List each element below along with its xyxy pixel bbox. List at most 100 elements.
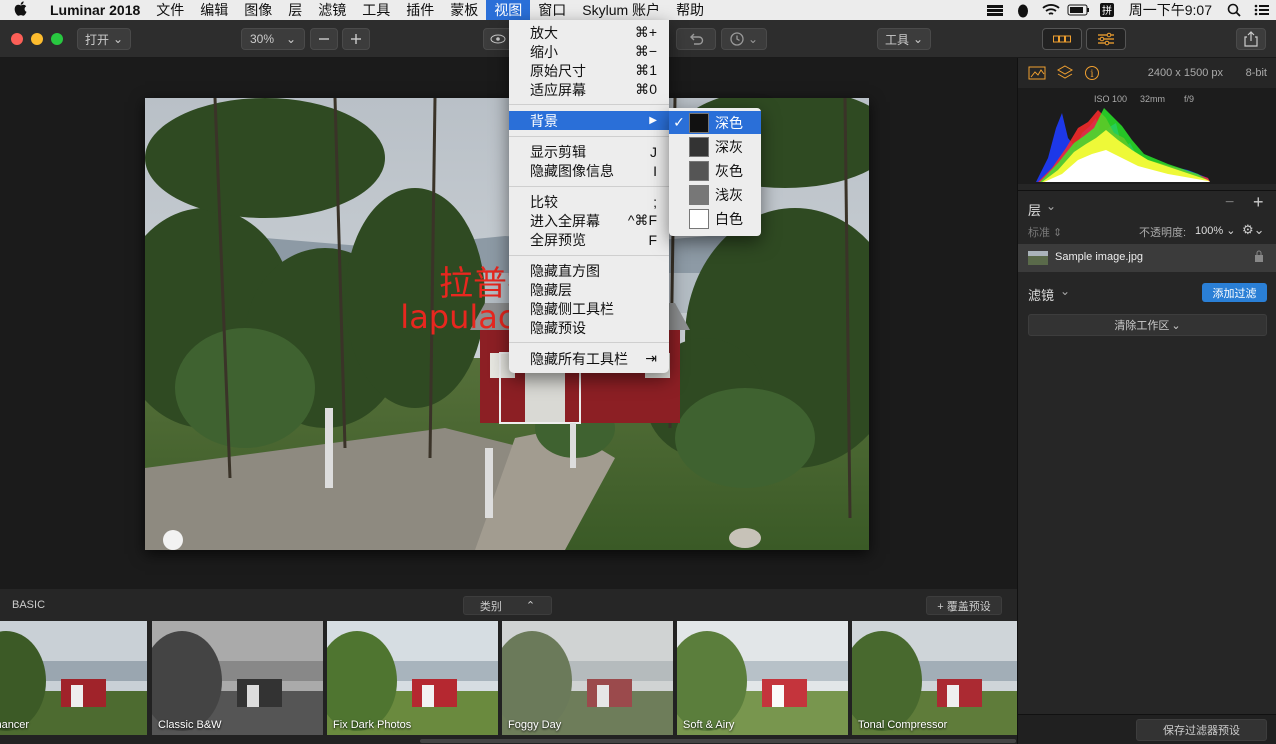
menu-enter-fullscreen[interactable]: 进入全屏幕 ^⌘F xyxy=(509,211,669,230)
blend-mode-select[interactable]: 标准 ⇕ xyxy=(1028,224,1062,240)
menu-hide-image-info[interactable]: 隐藏图像信息 I xyxy=(509,161,669,180)
wifi-icon[interactable] xyxy=(1037,0,1065,20)
lock-icon[interactable] xyxy=(1254,250,1264,268)
menu-hide-all-toolbars[interactable]: 隐藏所有工具栏 ⇥ xyxy=(509,349,669,368)
remove-layer-button[interactable]: − xyxy=(1225,194,1234,212)
menu-item-label: 适应屏幕 xyxy=(530,81,586,98)
preset-tile[interactable]: Enhancer xyxy=(0,621,147,735)
open-button[interactable]: 打开 ⌄ xyxy=(77,28,131,50)
save-filter-preset-button[interactable]: 保存过滤器预设 xyxy=(1136,719,1267,741)
presets-scrollbar[interactable] xyxy=(420,739,1016,743)
menu-layer[interactable]: 层 xyxy=(280,0,310,20)
close-window-button[interactable] xyxy=(11,33,23,45)
zoom-in-button[interactable] xyxy=(342,28,370,50)
menu-zoom-in[interactable]: 放大 ⌘+ xyxy=(509,23,669,42)
battery-icon[interactable] xyxy=(1065,0,1093,20)
add-layer-button[interactable]: + xyxy=(1253,192,1264,213)
share-button[interactable] xyxy=(1236,28,1266,50)
menu-image[interactable]: 图像 xyxy=(236,0,280,20)
undo-button[interactable] xyxy=(676,28,716,50)
menu-hide-presets[interactable]: 隐藏预设 xyxy=(509,318,669,337)
presets-grid-icon xyxy=(1053,35,1071,43)
preset-tile[interactable]: Tonal Compressor xyxy=(852,621,1017,735)
menu-fullscreen-preview[interactable]: 全屏预览 F xyxy=(509,230,669,249)
minimize-window-button[interactable] xyxy=(31,33,43,45)
panel-divider xyxy=(1018,190,1276,191)
menu-item-shortcut: ⌘1 xyxy=(635,62,657,78)
menu-help[interactable]: 帮助 xyxy=(668,0,712,20)
history-button[interactable]: ⌄ xyxy=(721,28,767,50)
menu-hide-side-toolbar[interactable]: 隐藏侧工具栏 xyxy=(509,299,669,318)
menu-account[interactable]: Skylum 账户 xyxy=(574,0,668,20)
zoom-window-button[interactable] xyxy=(51,33,63,45)
histogram-graph xyxy=(1036,108,1210,182)
menu-compare[interactable]: 比较; xyxy=(509,192,669,211)
menu-window[interactable]: 窗口 xyxy=(530,0,574,20)
preset-tile[interactable]: Classic B&W xyxy=(152,621,323,735)
tools-button[interactable]: 工具 ⌄ xyxy=(877,28,931,50)
stack-icon[interactable] xyxy=(981,0,1009,20)
panel-footer: 保存过滤器预设 xyxy=(1018,714,1276,744)
category-filter-button[interactable]: 类别 ⌃ xyxy=(463,596,552,615)
histogram-icon[interactable] xyxy=(1028,65,1046,86)
layer-settings-gear-icon[interactable]: ⚙⌄ xyxy=(1242,222,1265,238)
apple-icon[interactable] xyxy=(14,1,36,19)
image-dimensions: 2400 x 1500 px xyxy=(1147,67,1223,79)
color-swatch xyxy=(689,208,709,229)
search-icon[interactable] xyxy=(1220,0,1248,20)
menu-actual-size[interactable]: 原始尺寸 ⌘1 xyxy=(509,61,669,80)
menu-item-label: 背景 xyxy=(530,112,558,129)
clear-workspace-label: 清除工作区 xyxy=(1114,320,1170,332)
undo-icon xyxy=(690,33,704,45)
menu-item-label: 隐藏直方图 xyxy=(530,262,600,279)
filters-title: 滤镜 xyxy=(1028,288,1055,303)
menu-plugins[interactable]: 插件 xyxy=(398,0,442,20)
menu-mask[interactable]: 蒙板 xyxy=(442,0,486,20)
bg-option-gray[interactable]: 灰色 xyxy=(669,159,761,182)
opacity-select[interactable]: 100% ⌄ xyxy=(1195,224,1235,237)
zoom-select[interactable]: 30% ⌄ xyxy=(241,28,305,50)
clock[interactable]: 周一下午9:07 xyxy=(1121,0,1220,20)
app-menu[interactable]: Luminar 2018 xyxy=(42,0,148,20)
notification-center-icon[interactable] xyxy=(1248,0,1276,20)
menu-edit[interactable]: 编辑 xyxy=(192,0,236,20)
add-filter-button[interactable]: 添加过滤 xyxy=(1202,283,1267,302)
overlay-presets-button[interactable]: + 覆盖预设 xyxy=(926,596,1002,615)
preset-tile[interactable]: Fix Dark Photos xyxy=(327,621,498,735)
chevron-down-icon[interactable]: ⌄ xyxy=(1046,199,1056,213)
menu-item-shortcut: J xyxy=(650,143,657,160)
history-clock-icon xyxy=(730,32,744,46)
input-method-icon[interactable]: 拼 xyxy=(1093,0,1121,20)
menu-file[interactable]: 文件 xyxy=(148,0,192,20)
clear-workspace-button[interactable]: 清除工作区 ⌄ xyxy=(1028,314,1267,336)
chevron-down-icon[interactable]: ⌄ xyxy=(1060,284,1070,298)
adjustments-toggle-button[interactable] xyxy=(1086,28,1126,50)
luminar-window: Luminar 2018 文件 编辑 图像 层 滤镜 工具 插件 蒙板 视图 窗… xyxy=(0,0,1276,744)
menu-show-clipping[interactable]: 显示剪辑 J xyxy=(509,142,669,161)
layers-stack-icon[interactable] xyxy=(1056,64,1074,87)
menu-hide-layers[interactable]: 隐藏层 xyxy=(509,280,669,299)
layer-thumbnail xyxy=(1028,251,1048,265)
bg-option-dark[interactable]: ✓ 深色 xyxy=(669,111,761,134)
bg-option-dark-gray[interactable]: 深灰 xyxy=(669,135,761,158)
bg-option-white[interactable]: 白色 xyxy=(669,207,761,230)
layer-row[interactable]: Sample image.jpg xyxy=(1018,244,1276,272)
zoom-out-button[interactable] xyxy=(310,28,338,50)
bg-option-light-gray[interactable]: 浅灰 xyxy=(669,183,761,206)
menu-separator xyxy=(509,342,669,343)
menu-tools[interactable]: 工具 xyxy=(354,0,398,20)
menu-view[interactable]: 视图 xyxy=(486,0,531,20)
menu-hide-histogram[interactable]: 隐藏直方图 xyxy=(509,261,669,280)
preset-tile[interactable]: Foggy Day xyxy=(502,621,673,735)
menu-fit-screen[interactable]: 适应屏幕 ⌘0 xyxy=(509,80,669,99)
menu-item-label: 隐藏层 xyxy=(530,281,572,298)
preset-tile[interactable]: Soft & Airy xyxy=(677,621,848,735)
penguin-icon[interactable] xyxy=(1009,0,1037,20)
menu-zoom-out[interactable]: 缩小 ⌘− xyxy=(509,42,669,61)
menu-item-label: 进入全屏幕 xyxy=(530,212,600,229)
info-icon[interactable]: i xyxy=(1084,65,1100,86)
bit-depth: 8-bit xyxy=(1245,67,1267,79)
menu-background[interactable]: 背景 ▶ xyxy=(509,111,669,130)
presets-toggle-button[interactable] xyxy=(1042,28,1082,50)
menu-filter[interactable]: 滤镜 xyxy=(310,0,354,20)
